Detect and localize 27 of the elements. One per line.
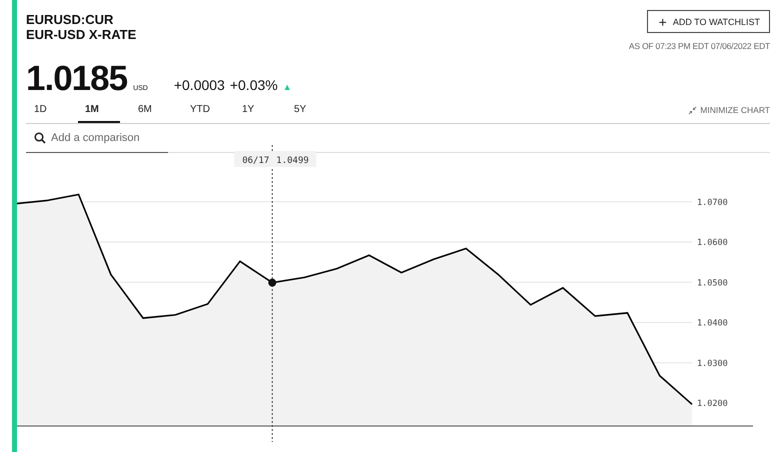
range-tab[interactable]: 1D xyxy=(26,97,78,123)
ticker-symbol: EURUSD:CUR xyxy=(26,12,114,27)
y-axis-label: 1.0600 xyxy=(697,238,728,248)
y-axis-label: 1.0300 xyxy=(697,358,728,369)
instrument-name: EUR-USD X-RATE xyxy=(26,27,136,42)
add-to-watchlist-button[interactable]: + ADD TO WATCHLIST xyxy=(646,10,770,33)
tooltip-date: 06/17 xyxy=(242,156,270,166)
up-arrow-icon: ▲ xyxy=(282,82,292,92)
y-axis-label: 1.0400 xyxy=(697,318,728,329)
timestamp: AS OF 07:23 PM EDT 07/06/2022 EDT xyxy=(628,41,770,51)
y-axis-label: 1.0700 xyxy=(697,198,728,208)
minimize-chart-button[interactable]: MINIMIZE CHART xyxy=(688,105,770,115)
minimize-icon xyxy=(688,106,698,114)
range-tab[interactable]: 1M xyxy=(78,97,120,123)
percent-change: +0.03% xyxy=(230,77,278,93)
range-tab[interactable]: 6M xyxy=(130,97,182,123)
price-change: +0.0003 xyxy=(174,77,225,93)
hover-point xyxy=(268,278,276,287)
range-tab[interactable]: 5Y xyxy=(286,97,338,123)
search-icon xyxy=(34,132,46,144)
y-axis-label: 1.0200 xyxy=(697,399,728,410)
range-tab[interactable]: 1Y xyxy=(234,97,286,123)
price-value: 1.0185 xyxy=(26,59,128,99)
range-tab[interactable]: YTD xyxy=(182,97,234,123)
comparison-field[interactable]: Add a comparison xyxy=(51,132,166,144)
tooltip-value: 1.0499 xyxy=(276,156,309,166)
y-axis-label: 1.0500 xyxy=(697,278,728,288)
